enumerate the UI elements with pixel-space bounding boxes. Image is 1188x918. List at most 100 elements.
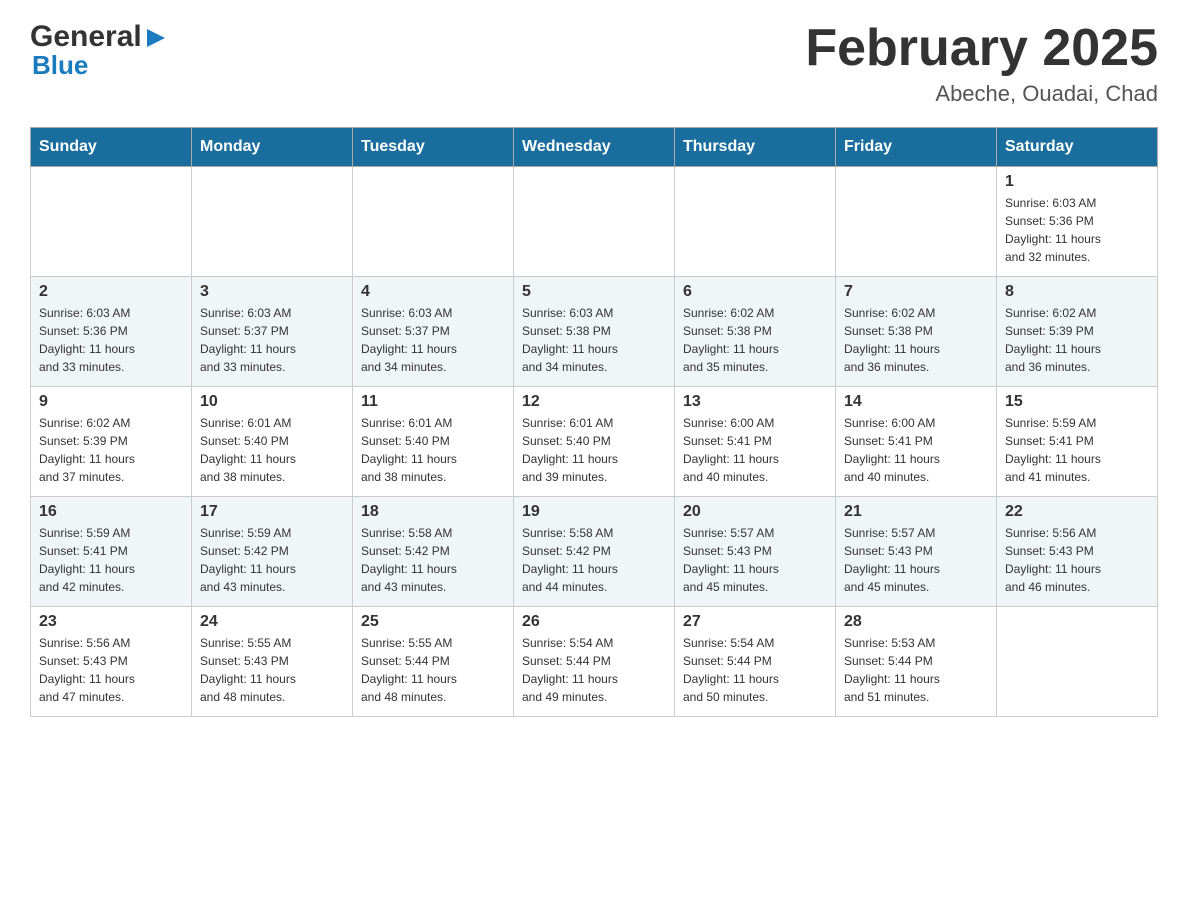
page-header: General Blue February 2025 Abeche, Ouada… bbox=[30, 20, 1158, 107]
calendar-cell-w2-d2: 3Sunrise: 6:03 AMSunset: 5:37 PMDaylight… bbox=[192, 277, 353, 387]
day-number: 4 bbox=[361, 283, 505, 301]
week-row-5: 23Sunrise: 5:56 AMSunset: 5:43 PMDayligh… bbox=[31, 607, 1158, 717]
calendar-cell-w3-d7: 15 Sunrise: 5:59 AMSunset: 5:41 PMDayligh… bbox=[997, 387, 1158, 497]
day-number: 24 bbox=[200, 613, 344, 631]
day-info: Sunrise: 5:57 AMSunset: 5:43 PMDaylight:… bbox=[683, 524, 827, 596]
calendar-cell-w4-d7: 22 Sunrise: 5:56 AMSunset: 5:43 PMDayligh… bbox=[997, 497, 1158, 607]
calendar-cell-w4-d2: 17 Sunrise: 5:59 AMSunset: 5:42 PMDayligh… bbox=[192, 497, 353, 607]
calendar-cell-w2-d4: 5 Sunrise: 6:03 AMSunset: 5:38 PMDaylight… bbox=[514, 277, 675, 387]
calendar-cell-w3-d5: 13 Sunrise: 6:00 AMSunset: 5:41 PMDayligh… bbox=[675, 387, 836, 497]
day-info: Sunrise: 6:03 AMSunset: 5:36 PMDaylight:… bbox=[39, 304, 183, 376]
calendar-cell-w5-d3: 25 Sunrise: 5:55 AMSunset: 5:44 PMDayligh… bbox=[353, 607, 514, 717]
calendar-cell-w4-d3: 18 Sunrise: 5:58 AMSunset: 5:42 PMDayligh… bbox=[353, 497, 514, 607]
day-number: 13 bbox=[683, 393, 827, 411]
day-number: 21 bbox=[844, 503, 988, 521]
day-number: 2 bbox=[39, 283, 183, 301]
day-number: 10 bbox=[200, 393, 344, 411]
day-number: 3 bbox=[200, 283, 344, 301]
logo-general-text: General bbox=[30, 20, 142, 54]
day-number: 28 bbox=[844, 613, 988, 631]
day-info: Sunrise: 5:59 AMSunset: 5:41 PMDaylight:… bbox=[39, 524, 183, 596]
title-section: February 2025 Abeche, Ouadai, Chad bbox=[805, 20, 1158, 107]
day-info: Sunrise: 6:02 AMSunset: 5:38 PMDaylight:… bbox=[683, 304, 827, 376]
calendar-title: February 2025 bbox=[805, 20, 1158, 77]
calendar-header: Sunday Monday Tuesday Wednesday Thursday… bbox=[31, 128, 1158, 167]
day-number: 1 bbox=[1005, 173, 1149, 191]
day-number: 22 bbox=[1005, 503, 1149, 521]
header-monday: Monday bbox=[192, 128, 353, 167]
header-thursday: Thursday bbox=[675, 128, 836, 167]
week-row-2: 2 Sunrise: 6:03 AMSunset: 5:36 PMDaylight… bbox=[31, 277, 1158, 387]
logo-text: General bbox=[30, 20, 165, 54]
calendar-cell-w2-d7: 8 Sunrise: 6:02 AMSunset: 5:39 PMDaylight… bbox=[997, 277, 1158, 387]
day-info: Sunrise: 6:01 AMSunset: 5:40 PMDaylight:… bbox=[522, 414, 666, 486]
day-info: Sunrise: 5:58 AMSunset: 5:42 PMDaylight:… bbox=[361, 524, 505, 596]
calendar-cell-w1-d3 bbox=[353, 167, 514, 277]
day-info: Sunrise: 6:00 AMSunset: 5:41 PMDaylight:… bbox=[683, 414, 827, 486]
calendar-cell-w1-d1 bbox=[31, 167, 192, 277]
day-info: Sunrise: 5:57 AMSunset: 5:43 PMDaylight:… bbox=[844, 524, 988, 596]
day-number: 20 bbox=[683, 503, 827, 521]
day-info: Sunrise: 5:58 AMSunset: 5:42 PMDaylight:… bbox=[522, 524, 666, 596]
calendar-table: Sunday Monday Tuesday Wednesday Thursday… bbox=[30, 127, 1158, 717]
day-info: Sunrise: 5:59 AMSunset: 5:41 PMDaylight:… bbox=[1005, 414, 1149, 486]
calendar-cell-w3-d4: 12Sunrise: 6:01 AMSunset: 5:40 PMDayligh… bbox=[514, 387, 675, 497]
calendar-cell-w1-d7: 1 Sunrise: 6:03 AMSunset: 5:36 PMDaylight… bbox=[997, 167, 1158, 277]
day-number: 23 bbox=[39, 613, 183, 631]
day-number: 5 bbox=[522, 283, 666, 301]
logo-blue-label: Blue bbox=[30, 50, 88, 81]
day-info: Sunrise: 6:01 AMSunset: 5:40 PMDaylight:… bbox=[200, 414, 344, 486]
week-row-4: 16Sunrise: 5:59 AMSunset: 5:41 PMDayligh… bbox=[31, 497, 1158, 607]
calendar-cell-w2-d5: 6 Sunrise: 6:02 AMSunset: 5:38 PMDaylight… bbox=[675, 277, 836, 387]
day-number: 15 bbox=[1005, 393, 1149, 411]
day-info: Sunrise: 6:00 AMSunset: 5:41 PMDaylight:… bbox=[844, 414, 988, 486]
calendar-cell-w5-d2: 24 Sunrise: 5:55 AMSunset: 5:43 PMDayligh… bbox=[192, 607, 353, 717]
day-number: 27 bbox=[683, 613, 827, 631]
day-info: Sunrise: 5:54 AMSunset: 5:44 PMDaylight:… bbox=[522, 634, 666, 706]
day-info: Sunrise: 5:59 AMSunset: 5:42 PMDaylight:… bbox=[200, 524, 344, 596]
day-info: Sunrise: 6:03 AMSunset: 5:36 PMDaylight:… bbox=[1005, 194, 1149, 266]
calendar-cell-w5-d6: 28 Sunrise: 5:53 AMSunset: 5:44 PMDayligh… bbox=[836, 607, 997, 717]
calendar-cell-w5-d5: 27 Sunrise: 5:54 AMSunset: 5:44 PMDayligh… bbox=[675, 607, 836, 717]
day-number: 25 bbox=[361, 613, 505, 631]
header-wednesday: Wednesday bbox=[514, 128, 675, 167]
calendar-cell-w2-d6: 7Sunrise: 6:02 AMSunset: 5:38 PMDaylight… bbox=[836, 277, 997, 387]
header-tuesday: Tuesday bbox=[353, 128, 514, 167]
calendar-cell-w5-d4: 26Sunrise: 5:54 AMSunset: 5:44 PMDayligh… bbox=[514, 607, 675, 717]
day-number: 6 bbox=[683, 283, 827, 301]
calendar-cell-w1-d6 bbox=[836, 167, 997, 277]
day-info: Sunrise: 5:53 AMSunset: 5:44 PMDaylight:… bbox=[844, 634, 988, 706]
header-saturday: Saturday bbox=[997, 128, 1158, 167]
calendar-cell-w4-d1: 16Sunrise: 5:59 AMSunset: 5:41 PMDayligh… bbox=[31, 497, 192, 607]
header-friday: Friday bbox=[836, 128, 997, 167]
day-header-row: Sunday Monday Tuesday Wednesday Thursday… bbox=[31, 128, 1158, 167]
calendar-cell-w3-d1: 9Sunrise: 6:02 AMSunset: 5:39 PMDaylight… bbox=[31, 387, 192, 497]
day-info: Sunrise: 5:56 AMSunset: 5:43 PMDaylight:… bbox=[1005, 524, 1149, 596]
logo-blue-text: Blue bbox=[32, 50, 88, 80]
day-number: 19 bbox=[522, 503, 666, 521]
day-number: 18 bbox=[361, 503, 505, 521]
day-info: Sunrise: 5:54 AMSunset: 5:44 PMDaylight:… bbox=[683, 634, 827, 706]
day-info: Sunrise: 6:01 AMSunset: 5:40 PMDaylight:… bbox=[361, 414, 505, 486]
day-info: Sunrise: 6:02 AMSunset: 5:39 PMDaylight:… bbox=[1005, 304, 1149, 376]
day-info: Sunrise: 5:55 AMSunset: 5:44 PMDaylight:… bbox=[361, 634, 505, 706]
day-number: 17 bbox=[200, 503, 344, 521]
calendar-cell-w5-d7 bbox=[997, 607, 1158, 717]
day-info: Sunrise: 5:55 AMSunset: 5:43 PMDaylight:… bbox=[200, 634, 344, 706]
calendar-cell-w2-d1: 2 Sunrise: 6:03 AMSunset: 5:36 PMDaylight… bbox=[31, 277, 192, 387]
week-row-1: 1 Sunrise: 6:03 AMSunset: 5:36 PMDaylight… bbox=[31, 167, 1158, 277]
header-sunday: Sunday bbox=[31, 128, 192, 167]
calendar-cell-w1-d5 bbox=[675, 167, 836, 277]
calendar-cell-w3-d6: 14 Sunrise: 6:00 AMSunset: 5:41 PMDayligh… bbox=[836, 387, 997, 497]
week-row-3: 9Sunrise: 6:02 AMSunset: 5:39 PMDaylight… bbox=[31, 387, 1158, 497]
logo-arrow-icon bbox=[147, 21, 165, 53]
calendar-cell-w5-d1: 23Sunrise: 5:56 AMSunset: 5:43 PMDayligh… bbox=[31, 607, 192, 717]
day-number: 14 bbox=[844, 393, 988, 411]
day-number: 8 bbox=[1005, 283, 1149, 301]
day-info: Sunrise: 6:03 AMSunset: 5:37 PMDaylight:… bbox=[361, 304, 505, 376]
calendar-cell-w4-d6: 21 Sunrise: 5:57 AMSunset: 5:43 PMDayligh… bbox=[836, 497, 997, 607]
day-info: Sunrise: 6:03 AMSunset: 5:38 PMDaylight:… bbox=[522, 304, 666, 376]
day-number: 11 bbox=[361, 393, 505, 411]
calendar-cell-w1-d2 bbox=[192, 167, 353, 277]
calendar-cell-w3-d2: 10 Sunrise: 6:01 AMSunset: 5:40 PMDayligh… bbox=[192, 387, 353, 497]
